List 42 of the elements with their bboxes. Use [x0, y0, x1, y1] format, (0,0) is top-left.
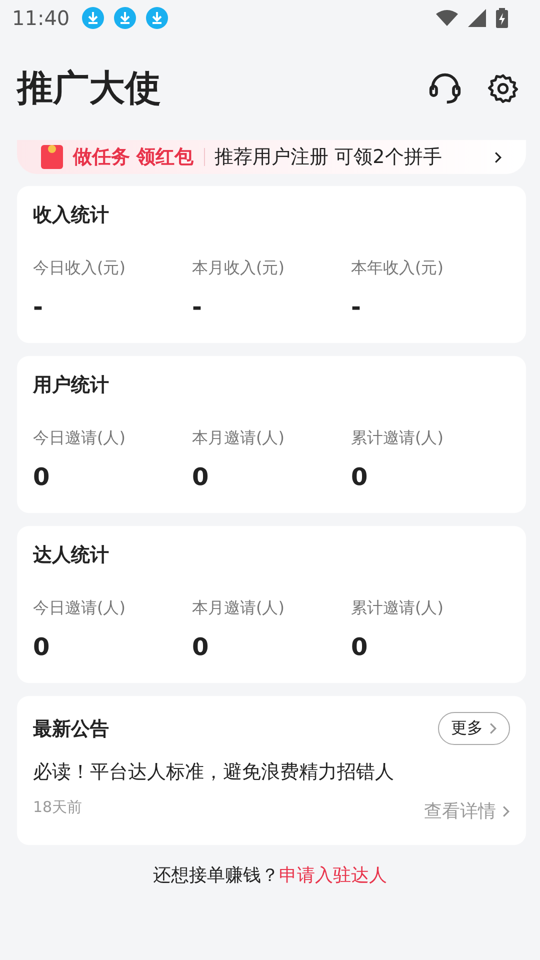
card-title: 用户统计: [33, 373, 110, 398]
stat-label: 今日邀请(人): [33, 598, 126, 619]
download-icon: [146, 7, 168, 29]
stat-label: 累计邀请(人): [351, 428, 444, 449]
stat-label: 今日邀请(人): [33, 428, 126, 449]
stat-label: 本月收入(元): [192, 258, 286, 279]
stat-label: 今日收入(元): [33, 258, 126, 279]
banner-tag: 做任务 领红包: [73, 144, 194, 170]
apply-link[interactable]: 申请入驻达人: [279, 863, 387, 887]
card-title: 达人统计: [33, 543, 110, 568]
stat-label: 累计邀请(人): [351, 598, 444, 619]
envelope-icon: [41, 145, 63, 169]
clock-time: 11:40: [12, 6, 70, 30]
announcement-title[interactable]: 必读！平台达人标准，避免浪费精力招错人: [33, 759, 510, 785]
stat-value: 0: [33, 633, 51, 661]
stat-value: -: [33, 293, 44, 321]
wifi-icon: [436, 10, 458, 26]
banner-text: 推荐用户注册 可领2个拼手: [214, 145, 443, 170]
page-title: 推广大使: [17, 66, 161, 110]
footer-question: 还想接单赚钱？: [153, 864, 279, 887]
chevron-icon: [494, 150, 502, 164]
signal-icon: [468, 9, 486, 27]
stat-value: 0: [192, 463, 210, 491]
more-button[interactable]: 更多: [438, 712, 510, 745]
announcement-time: 18天前: [33, 798, 82, 816]
stat-value: 0: [192, 633, 210, 661]
stat-label: 本月邀请(人): [192, 428, 286, 449]
stat-value: 0: [33, 463, 51, 491]
battery-icon: [496, 8, 508, 28]
stat-value: -: [351, 293, 362, 321]
chevron-icon: [489, 722, 497, 735]
card-title: 最新公告: [33, 716, 109, 742]
stat-value: -: [192, 293, 203, 321]
download-icon: [114, 7, 136, 29]
card-title: 收入统计: [33, 203, 110, 228]
download-icon: [82, 7, 104, 29]
chevron-icon: [502, 804, 510, 818]
task-banner[interactable]: 做任务 领红包 推荐用户注册 可领2个拼手: [17, 140, 526, 174]
stat-label: 本月邀请(人): [192, 598, 286, 619]
stat-value: 0: [351, 633, 369, 661]
stat-value: 0: [351, 463, 369, 491]
stat-label: 本年收入(元): [351, 258, 444, 279]
